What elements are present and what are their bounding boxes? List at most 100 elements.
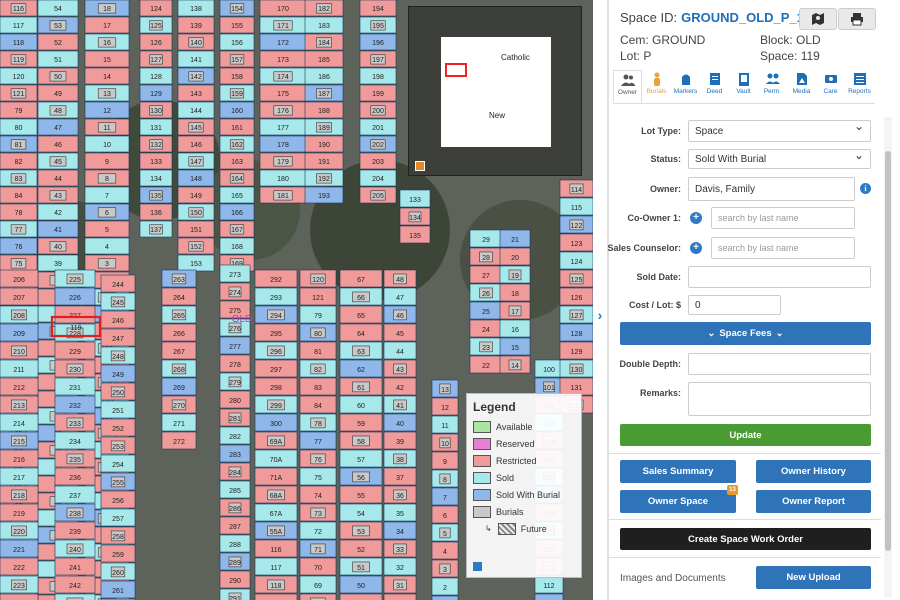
burial-plot[interactable]: [383, 593, 417, 600]
plot-number-label: 176: [277, 108, 289, 115]
legend-item-available: Available: [473, 418, 575, 435]
plot-number-label: 20: [511, 255, 519, 262]
plot-number-label: 53: [357, 529, 365, 536]
tab-deed[interactable]: Deed: [700, 70, 729, 103]
plot-number-label: 285: [229, 488, 241, 495]
remarks-textarea[interactable]: [688, 382, 871, 416]
tab-markers[interactable]: Markers: [671, 70, 700, 103]
burial-plot[interactable]: [431, 595, 459, 600]
legend-swatch: [473, 471, 491, 484]
plot-number-label: 190: [318, 142, 330, 149]
plot-number-label: 17: [103, 23, 111, 30]
map-legend: Legend Available Reserved Restricted Sol…: [466, 393, 582, 578]
owner-field[interactable]: Davis, Family: [688, 177, 855, 201]
plot-number-label: 128: [571, 331, 583, 338]
plot-number-label: 287: [229, 524, 241, 531]
overview-minimap[interactable]: New Catholic: [408, 6, 582, 176]
burial-plot[interactable]: [339, 593, 383, 600]
plot-number-label: 239: [69, 529, 81, 536]
person-icon: [650, 72, 664, 86]
plot-number-label: 62: [357, 367, 365, 374]
owner-history-button[interactable]: Owner History: [756, 460, 871, 483]
plot-number-label: 229: [69, 349, 81, 356]
plot-number-label: 200: [372, 108, 384, 115]
details-scrollbar[interactable]: [884, 117, 892, 597]
plot-number-label: 278: [229, 362, 241, 369]
owner-label: Owner:: [649, 184, 681, 194]
double-depth-field[interactable]: [688, 353, 871, 375]
plot-number-label: 83: [314, 385, 322, 392]
minimap-toggle-icon[interactable]: [415, 161, 425, 171]
legend-toggle-icon[interactable]: [473, 562, 482, 571]
coowner-label: Co-Owner 1:: [627, 213, 681, 223]
plot-number-label: 268: [173, 367, 185, 374]
plot-number-label: 144: [190, 108, 202, 115]
burial-plot[interactable]: [0, 593, 39, 600]
plot-number-label: 124: [150, 6, 162, 13]
plot-number-label: 31: [396, 583, 404, 590]
plot-number-label: 212: [13, 385, 25, 392]
burial-plot[interactable]: [254, 593, 298, 600]
sales-counselor-search-input[interactable]: search by last name: [711, 237, 855, 259]
owner-space-button[interactable]: Owner Space 13: [620, 485, 738, 513]
plot-number-label: 253: [112, 444, 124, 451]
plot-number-label: 78: [15, 210, 23, 217]
tab-burials[interactable]: Burials: [642, 70, 671, 103]
tab-vault[interactable]: Vault: [729, 70, 758, 103]
legend-swatch: [473, 437, 491, 450]
plot-number-label: 160: [231, 108, 243, 115]
plot-number-label: 70: [314, 565, 322, 572]
plot-number-label: 10: [103, 142, 111, 149]
plot-number-label: 300: [270, 421, 282, 428]
create-work-order-button[interactable]: Create Space Work Order: [620, 528, 871, 550]
add-coowner-icon[interactable]: +: [690, 212, 702, 224]
plot-number-label: 296: [270, 349, 282, 356]
plot-number-label: 248: [112, 354, 124, 361]
status-select[interactable]: Sold With Burial: [688, 148, 871, 169]
add-sales-counselor-icon[interactable]: +: [690, 242, 702, 254]
plot-number-label: 211: [13, 367, 24, 374]
plot-number-label: 270: [173, 403, 185, 410]
sold-date-field[interactable]: [688, 266, 871, 288]
tab-media[interactable]: Media: [787, 70, 816, 103]
burial-plot[interactable]: [534, 593, 564, 600]
plot-number-label: 23: [482, 345, 490, 352]
minimap-viewport-indicator[interactable]: [445, 63, 467, 77]
plot-number-label: 170: [277, 6, 289, 13]
plot-number-label: 220: [13, 529, 25, 536]
map-locate-button[interactable]: [799, 8, 837, 30]
tab-care[interactable]: Care: [816, 70, 845, 103]
plot-number-label: 207: [13, 295, 25, 302]
plot-number-label: 198: [372, 74, 384, 81]
owner-info-icon[interactable]: i: [860, 183, 871, 194]
update-button[interactable]: Update: [620, 424, 871, 446]
owner-report-button[interactable]: Owner Report: [756, 490, 871, 513]
tab-reports[interactable]: Reports: [845, 70, 874, 103]
space-fees-toggle-button[interactable]: ⌄ Space Fees ⌄: [620, 322, 871, 345]
panel-collapse-icon[interactable]: ›: [593, 305, 607, 325]
lot-type-select[interactable]: Space: [688, 119, 871, 142]
tab-perm[interactable]: Perm.: [758, 70, 787, 103]
print-button[interactable]: [838, 8, 876, 30]
sales-summary-button[interactable]: Sales Summary: [620, 460, 736, 483]
plot-number-label: 130: [571, 367, 583, 374]
coowner-search-input[interactable]: search by last name: [711, 207, 855, 229]
care-icon: [824, 72, 838, 86]
plot-number-label: 136: [150, 210, 162, 217]
plot-number-label: 155: [231, 23, 243, 30]
details-form-scroll[interactable]: Lot Type: Space Status: Sold With Burial…: [607, 112, 900, 600]
plot-number-label: 54: [54, 6, 62, 13]
cemetery-map[interactable]: 1161171181191201217980818283847877767574…: [0, 0, 593, 600]
cost-field[interactable]: 0: [688, 295, 781, 315]
plot-number-label: 210: [13, 349, 25, 356]
plot-number-label: 10: [441, 441, 449, 448]
new-upload-button[interactable]: New Upload: [756, 566, 871, 589]
plot-number-label: 68A: [270, 493, 283, 500]
scrollbar-thumb[interactable]: [885, 151, 891, 551]
plot-number-label: 246: [112, 318, 124, 325]
plot-number-label: 124: [571, 259, 583, 266]
double-depth-row: Double Depth:: [609, 353, 879, 375]
plot-number-label: 61: [357, 385, 365, 392]
tab-owner[interactable]: Owner: [613, 70, 642, 103]
plot-number-label: 50: [54, 74, 62, 81]
